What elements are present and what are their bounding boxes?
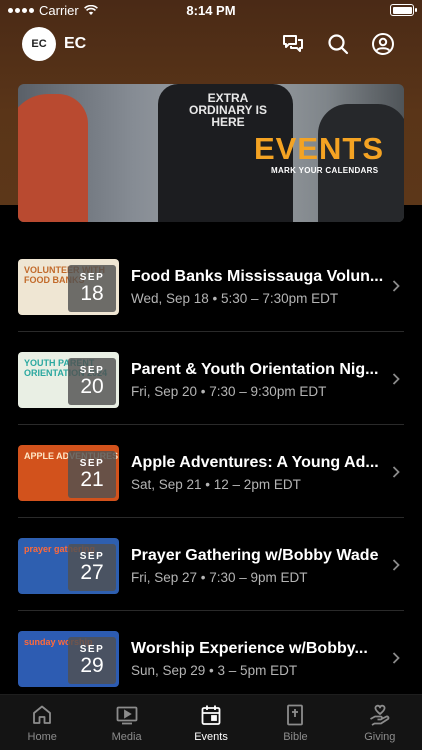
search-icon[interactable]: [325, 31, 351, 57]
divider: [18, 424, 404, 425]
tab-home[interactable]: Home: [0, 695, 84, 750]
tab-bar: Home Media Events Bible Giving: [0, 694, 422, 750]
event-row[interactable]: sunday worship SEP 29 Worship Experience…: [0, 612, 422, 704]
date-badge: SEP 20: [68, 358, 116, 405]
app-header: EC EC: [0, 26, 422, 62]
chevron-right-icon: [392, 559, 400, 571]
date-day: 20: [80, 375, 104, 398]
status-time: 8:14 PM: [186, 3, 236, 18]
banner-shirt-text: EXTRA ORDINARY IS HERE: [188, 91, 267, 129]
media-play-icon: [116, 706, 138, 725]
banner-title: EVENTS: [254, 131, 385, 166]
chevron-right-icon: [392, 652, 400, 664]
chevron-right-icon: [392, 466, 400, 478]
app-name: EC: [64, 35, 87, 52]
tab-events[interactable]: Events: [169, 695, 253, 750]
divider: [18, 331, 404, 332]
date-day: 18: [80, 282, 104, 305]
events-banner[interactable]: EXTRA ORDINARY IS HERE EVENTS MARK YOUR …: [18, 84, 404, 222]
tab-media[interactable]: Media: [84, 695, 168, 750]
date-badge: SEP 29: [68, 637, 116, 684]
event-thumbnail: VOLUNTEER WITH FOOD BANKS SEP 18: [18, 259, 119, 315]
event-title: Parent & Youth Orientation Nig...: [131, 361, 379, 378]
date-badge: SEP 18: [68, 265, 116, 312]
home-icon: [33, 705, 52, 724]
event-row[interactable]: VOLUNTEER WITH FOOD BANKS SEP 18 Food Ba…: [0, 240, 422, 332]
event-title: Worship Experience w/Bobby...: [131, 640, 368, 657]
event-meta: Sat, Sep 21 • 12 – 2pm EDT: [131, 477, 301, 492]
profile-icon[interactable]: [370, 31, 396, 57]
date-badge: SEP 21: [68, 451, 116, 498]
event-row[interactable]: APPLE ADVENTURES SEP 21 Apple Adventures…: [0, 426, 422, 518]
event-thumbnail: prayer gathering SEP 27: [18, 538, 119, 594]
chat-icon[interactable]: [280, 31, 306, 57]
divider: [18, 610, 404, 611]
event-title: Prayer Gathering w/Bobby Wade: [131, 547, 379, 564]
tab-label: Bible: [283, 731, 308, 743]
event-meta: Fri, Sep 27 • 7:30 – 9pm EDT: [131, 570, 308, 585]
event-meta: Fri, Sep 20 • 7:30 – 9:30pm EDT: [131, 384, 327, 399]
date-day: 29: [80, 654, 104, 677]
event-row[interactable]: prayer gathering SEP 27 Prayer Gathering…: [0, 519, 422, 611]
date-badge: SEP 27: [68, 544, 116, 591]
chevron-right-icon: [392, 373, 400, 385]
avatar[interactable]: EC: [22, 27, 56, 61]
giving-heart-hand-icon: [369, 704, 390, 726]
event-thumbnail: APPLE ADVENTURES SEP 21: [18, 445, 119, 501]
tab-bible[interactable]: Bible: [253, 695, 337, 750]
event-thumbnail: sunday worship SEP 29: [18, 631, 119, 687]
event-row[interactable]: YOUTH PARENT ORIENTATION 2024 SEP 20 Par…: [0, 333, 422, 425]
divider: [18, 517, 404, 518]
date-day: 27: [80, 561, 104, 584]
event-meta: Sun, Sep 29 • 3 – 5pm EDT: [131, 663, 298, 678]
status-bar: Carrier 8:14 PM: [0, 0, 422, 22]
event-thumbnail: YOUTH PARENT ORIENTATION 2024 SEP 20: [18, 352, 119, 408]
tab-label: Events: [194, 731, 228, 743]
tab-giving[interactable]: Giving: [338, 695, 422, 750]
tab-label: Home: [27, 731, 57, 743]
event-title: Food Banks Mississauga Volun...: [131, 268, 384, 285]
tab-label: Giving: [364, 731, 396, 743]
tab-label: Media: [111, 731, 142, 743]
event-meta: Wed, Sep 18 • 5:30 – 7:30pm EDT: [131, 291, 339, 306]
date-day: 21: [80, 468, 104, 491]
bible-icon: [287, 704, 304, 726]
banner-photo-figure: [18, 94, 88, 222]
battery-icon: [390, 4, 417, 16]
banner-subtitle: MARK YOUR CALENDARS: [271, 166, 379, 175]
event-title: Apple Adventures: A Young Ad...: [131, 454, 379, 471]
chevron-right-icon: [392, 280, 400, 292]
calendar-icon: [201, 705, 221, 725]
